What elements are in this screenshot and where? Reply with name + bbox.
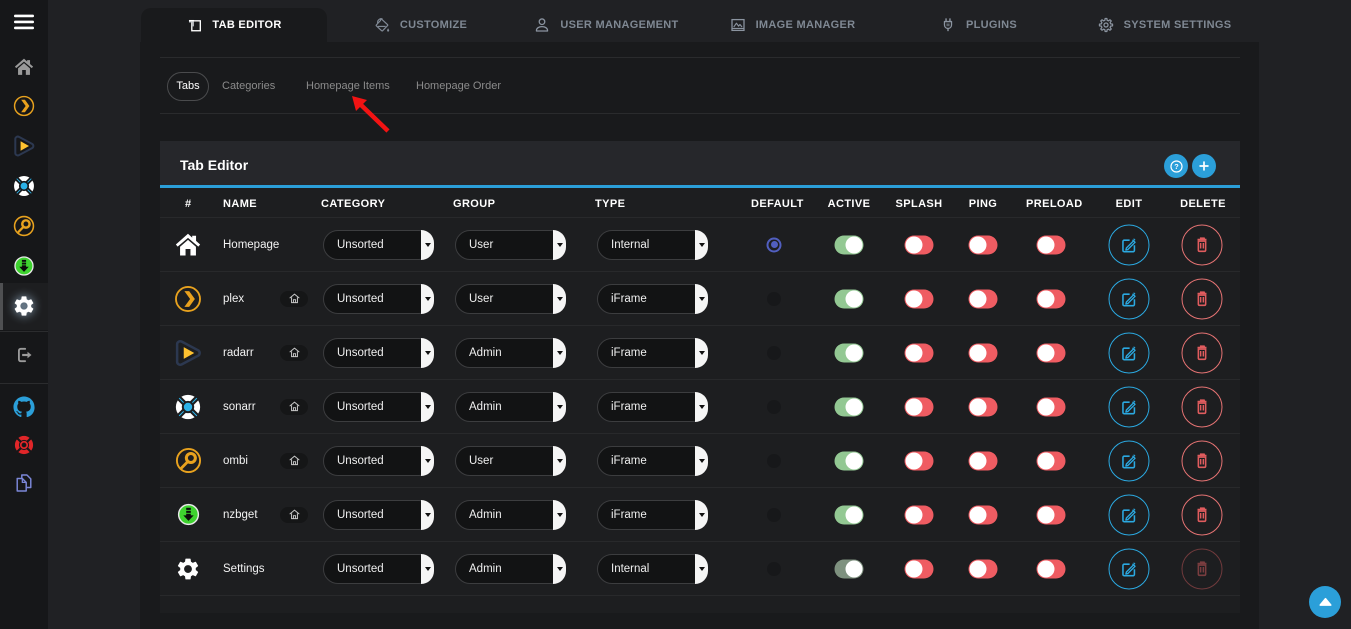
svg-text:?: ? (1174, 162, 1179, 171)
